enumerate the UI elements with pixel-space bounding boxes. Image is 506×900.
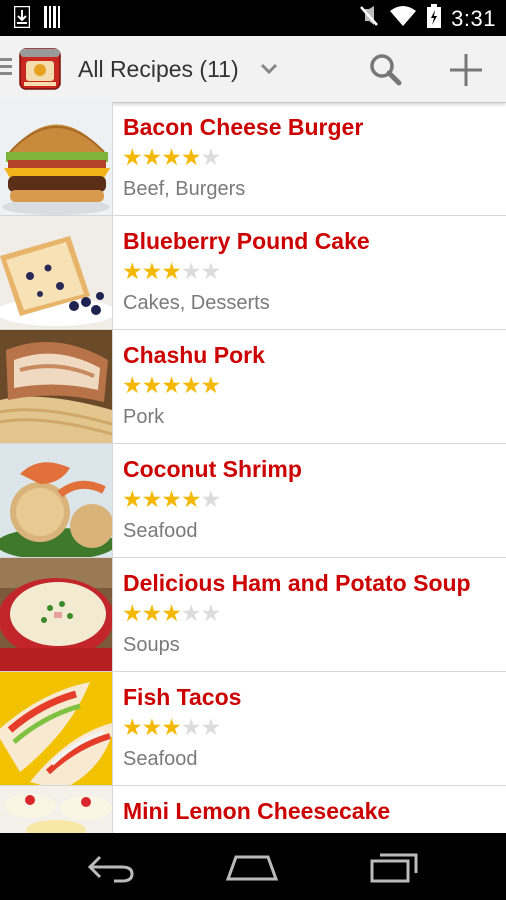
star-filled-icon: ★ bbox=[122, 600, 143, 626]
recipe-title: Chashu Pork bbox=[123, 342, 265, 368]
mute-icon bbox=[359, 5, 379, 32]
recipe-title: Bacon Cheese Burger bbox=[123, 114, 364, 140]
battery-icon bbox=[427, 4, 442, 33]
star-filled-icon: ★ bbox=[141, 600, 163, 626]
recipe-title: Delicious Ham and Potato Soup bbox=[123, 570, 471, 596]
star-empty-icon: ★ bbox=[180, 600, 202, 626]
recipe-categories: Seafood bbox=[123, 748, 198, 770]
rating-stars: ★★★★★ bbox=[122, 258, 222, 284]
recipe-thumbnail bbox=[0, 558, 113, 671]
recipe-categories: Cakes, Desserts bbox=[123, 292, 270, 314]
add-icon bbox=[450, 54, 482, 86]
recipe-row-bacon-cheese-burger[interactable]: Bacon Cheese Burger ★★★★★ Beef, Burgers bbox=[0, 102, 506, 216]
recent-apps-icon bbox=[370, 853, 418, 883]
download-icon bbox=[13, 5, 31, 33]
recipe-row-coconut-shrimp[interactable]: Coconut Shrimp ★★★★★ Seafood bbox=[0, 444, 506, 558]
recipe-title: Fish Tacos bbox=[123, 684, 242, 710]
recipe-thumbnail bbox=[0, 786, 113, 833]
search-button[interactable] bbox=[366, 52, 406, 88]
star-filled-icon: ★ bbox=[200, 372, 222, 398]
recipe-row-ham-potato-soup[interactable]: Delicious Ham and Potato Soup ★★★★★ Soup… bbox=[0, 558, 506, 672]
star-empty-icon: ★ bbox=[200, 144, 222, 170]
recipe-title: Mini Lemon Cheesecake bbox=[123, 798, 391, 824]
paprika-app-icon[interactable] bbox=[18, 45, 62, 91]
search-icon bbox=[370, 54, 402, 86]
drawer-indicator-icon[interactable] bbox=[0, 58, 14, 78]
star-filled-icon: ★ bbox=[141, 486, 163, 512]
recipe-categories: Soups bbox=[123, 634, 180, 656]
barcode-icon bbox=[44, 6, 62, 33]
home-button[interactable] bbox=[224, 853, 280, 886]
star-empty-icon: ★ bbox=[200, 714, 222, 740]
star-filled-icon: ★ bbox=[122, 372, 143, 398]
recipe-row-fish-tacos[interactable]: Fish Tacos ★★★★★ Seafood bbox=[0, 672, 506, 786]
action-bar: All Recipes (11) bbox=[0, 36, 506, 103]
rating-stars: ★★★★★ bbox=[122, 486, 222, 512]
star-filled-icon: ★ bbox=[161, 600, 182, 626]
back-icon bbox=[87, 855, 134, 883]
rating-stars: ★★★★★ bbox=[122, 714, 222, 740]
recipe-row-mini-lemon-cheesecake[interactable]: Mini Lemon Cheesecake bbox=[0, 786, 506, 833]
add-recipe-button[interactable] bbox=[446, 50, 486, 90]
star-filled-icon: ★ bbox=[122, 258, 143, 284]
recipe-thumbnail bbox=[0, 216, 113, 329]
star-filled-icon: ★ bbox=[161, 258, 182, 284]
recipe-row-chashu-pork[interactable]: Chashu Pork ★★★★★ Pork bbox=[0, 330, 506, 444]
star-filled-icon: ★ bbox=[161, 486, 182, 512]
star-filled-icon: ★ bbox=[180, 486, 202, 512]
recipe-thumbnail bbox=[0, 102, 113, 215]
star-filled-icon: ★ bbox=[141, 372, 163, 398]
rating-stars: ★★★★★ bbox=[122, 372, 222, 398]
chevron-down-icon[interactable] bbox=[260, 62, 278, 80]
status-bar: 3:31 bbox=[0, 0, 506, 36]
star-empty-icon: ★ bbox=[180, 258, 202, 284]
navigation-bar bbox=[0, 833, 506, 900]
star-empty-icon: ★ bbox=[200, 600, 222, 626]
star-filled-icon: ★ bbox=[161, 372, 182, 398]
page-title[interactable]: All Recipes (11) bbox=[78, 56, 239, 83]
star-filled-icon: ★ bbox=[141, 714, 163, 740]
clock: 3:31 bbox=[451, 5, 496, 31]
star-empty-icon: ★ bbox=[200, 258, 222, 284]
rating-stars: ★★★★★ bbox=[122, 600, 222, 626]
recipe-categories: Pork bbox=[123, 406, 165, 428]
recipe-categories: Seafood bbox=[123, 520, 198, 542]
star-filled-icon: ★ bbox=[122, 144, 143, 170]
back-button[interactable] bbox=[86, 853, 136, 888]
recipe-thumbnail bbox=[0, 330, 113, 443]
recipe-categories: Beef, Burgers bbox=[123, 178, 246, 200]
app-screen: 3:31 All Recipes (11) Bacon Cheese Burge… bbox=[0, 0, 506, 900]
recipe-thumbnail bbox=[0, 672, 113, 785]
recipe-row-blueberry-pound-cake[interactable]: Blueberry Pound Cake ★★★★★ Cakes, Desser… bbox=[0, 216, 506, 330]
star-filled-icon: ★ bbox=[141, 144, 163, 170]
star-filled-icon: ★ bbox=[180, 144, 202, 170]
rating-stars: ★★★★★ bbox=[122, 144, 222, 170]
home-icon bbox=[225, 855, 279, 881]
star-filled-icon: ★ bbox=[180, 372, 202, 398]
star-empty-icon: ★ bbox=[180, 714, 202, 740]
recent-apps-button[interactable] bbox=[368, 851, 420, 888]
wifi-icon bbox=[389, 5, 417, 32]
recipe-title: Coconut Shrimp bbox=[123, 456, 302, 482]
star-filled-icon: ★ bbox=[122, 714, 143, 740]
star-filled-icon: ★ bbox=[122, 486, 143, 512]
star-filled-icon: ★ bbox=[161, 714, 182, 740]
star-filled-icon: ★ bbox=[141, 258, 163, 284]
recipe-title: Blueberry Pound Cake bbox=[123, 228, 370, 254]
recipe-list[interactable]: Bacon Cheese Burger ★★★★★ Beef, Burgers … bbox=[0, 102, 506, 833]
recipe-thumbnail bbox=[0, 444, 113, 557]
star-empty-icon: ★ bbox=[200, 486, 222, 512]
star-filled-icon: ★ bbox=[161, 144, 182, 170]
